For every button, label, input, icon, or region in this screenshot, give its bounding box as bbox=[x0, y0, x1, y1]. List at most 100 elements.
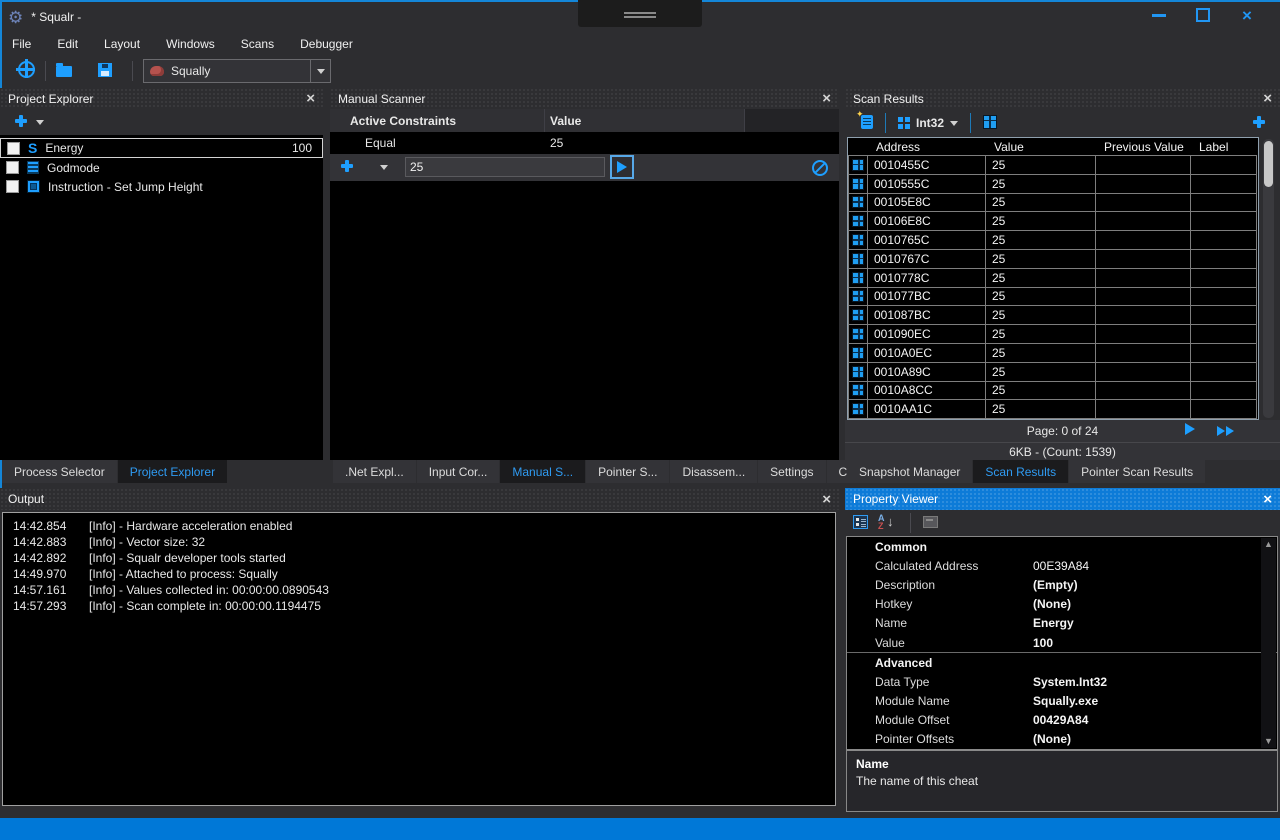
property-grid-scrollbar[interactable]: ▲ ▼ bbox=[1261, 538, 1276, 748]
scan-result-row[interactable]: 0010778C25 bbox=[848, 268, 1258, 287]
property-viewer-titlebar[interactable]: Property Viewer × bbox=[845, 488, 1280, 510]
scan-result-row[interactable]: 0010A89C25 bbox=[848, 362, 1258, 381]
result-address[interactable]: 0010765C bbox=[867, 230, 986, 250]
result-label[interactable] bbox=[1190, 399, 1257, 419]
result-address[interactable]: 0010A0EC bbox=[867, 343, 986, 363]
property-row[interactable]: Module NameSqually.exe bbox=[847, 692, 1277, 711]
result-label[interactable] bbox=[1190, 193, 1257, 213]
alphabetical-sort-button[interactable]: AZ↓ bbox=[878, 514, 898, 533]
property-row[interactable]: Pointer Offsets(None) bbox=[847, 730, 1277, 749]
result-label[interactable] bbox=[1190, 343, 1257, 363]
result-value[interactable]: 25 bbox=[985, 324, 1096, 344]
property-row[interactable]: Description(Empty) bbox=[847, 575, 1277, 594]
scroll-up-icon[interactable]: ▲ bbox=[1264, 540, 1273, 549]
result-address[interactable]: 001090EC bbox=[867, 324, 986, 344]
property-row[interactable]: Hotkey(None) bbox=[847, 595, 1277, 614]
menu-file[interactable]: File bbox=[12, 37, 31, 51]
add-constraint-button[interactable] bbox=[340, 159, 354, 176]
property-value[interactable]: (Empty) bbox=[1033, 578, 1078, 592]
result-previous[interactable] bbox=[1095, 268, 1191, 288]
project-item-godmode[interactable]: Godmode bbox=[0, 158, 323, 177]
constraint-type-dropdown-icon[interactable] bbox=[380, 165, 388, 170]
result-value[interactable]: 25 bbox=[985, 230, 1096, 250]
result-label[interactable] bbox=[1190, 211, 1257, 231]
column-header-label[interactable]: Label bbox=[1191, 140, 1257, 154]
close-panel-icon[interactable]: × bbox=[822, 492, 831, 507]
property-row[interactable]: Calculated Address00E39A84 bbox=[847, 556, 1277, 575]
result-previous[interactable] bbox=[1095, 381, 1191, 401]
cancel-scan-button[interactable] bbox=[812, 160, 828, 179]
constraint-row[interactable]: Equal 25 bbox=[330, 132, 839, 154]
tab-scan-results[interactable]: Scan Results bbox=[973, 460, 1068, 483]
result-previous[interactable] bbox=[1095, 249, 1191, 269]
result-value[interactable]: 25 bbox=[985, 193, 1096, 213]
start-scan-button[interactable] bbox=[610, 155, 634, 179]
close-panel-icon[interactable]: × bbox=[1263, 492, 1272, 507]
menu-debugger[interactable]: Debugger bbox=[300, 37, 353, 51]
result-previous[interactable] bbox=[1095, 230, 1191, 250]
categorized-view-button[interactable] bbox=[853, 515, 868, 532]
close-button[interactable]: × bbox=[1232, 2, 1262, 28]
output-titlebar[interactable]: Output × bbox=[0, 488, 839, 510]
scan-results-titlebar[interactable]: Scan Results × bbox=[845, 88, 1280, 109]
property-value[interactable]: 00429A84 bbox=[1033, 713, 1088, 727]
result-previous[interactable] bbox=[1095, 287, 1191, 307]
tab-process-selector[interactable]: Process Selector bbox=[2, 460, 117, 483]
column-header-previous[interactable]: Previous Value bbox=[1096, 140, 1191, 154]
data-type-selector[interactable]: Int32 bbox=[898, 116, 958, 130]
result-previous[interactable] bbox=[1095, 305, 1191, 325]
close-panel-icon[interactable]: × bbox=[306, 91, 315, 106]
result-previous[interactable] bbox=[1095, 193, 1191, 213]
menu-edit[interactable]: Edit bbox=[57, 37, 78, 51]
property-row[interactable]: Module Offset00429A84 bbox=[847, 711, 1277, 730]
add-selected-results-button[interactable] bbox=[1252, 115, 1266, 132]
property-pages-button[interactable] bbox=[923, 516, 938, 531]
result-address[interactable]: 001087BC bbox=[867, 305, 986, 325]
scrollbar-thumb[interactable] bbox=[1264, 141, 1273, 187]
output-log[interactable]: 14:42.854[Info] - Hardware acceleration … bbox=[2, 512, 836, 806]
property-value[interactable]: Energy bbox=[1033, 616, 1074, 630]
next-page-button[interactable] bbox=[1185, 423, 1195, 438]
result-previous[interactable] bbox=[1095, 174, 1191, 194]
result-value[interactable]: 25 bbox=[985, 249, 1096, 269]
result-value[interactable]: 25 bbox=[985, 155, 1096, 175]
result-previous[interactable] bbox=[1095, 399, 1191, 419]
scan-result-row[interactable]: 0010A8CC25 bbox=[848, 381, 1258, 400]
result-address[interactable]: 0010A89C bbox=[867, 362, 986, 382]
tab-input-correlator[interactable]: Input Cor... bbox=[417, 460, 500, 483]
scan-result-row[interactable]: 001087BC25 bbox=[848, 305, 1258, 324]
category-advanced[interactable]: Advanced bbox=[847, 656, 932, 670]
result-label[interactable] bbox=[1190, 174, 1257, 194]
result-value[interactable]: 25 bbox=[985, 399, 1096, 419]
minimize-button[interactable] bbox=[1144, 2, 1174, 28]
category-common[interactable]: Common bbox=[847, 540, 927, 554]
result-label[interactable] bbox=[1190, 381, 1257, 401]
tab-disassembly[interactable]: Disassem... bbox=[670, 460, 757, 483]
property-value[interactable]: System.Int32 bbox=[1033, 675, 1107, 689]
scan-result-row[interactable]: 00105E8C25 bbox=[848, 193, 1258, 212]
titlebar-drag-handle[interactable] bbox=[578, 0, 702, 27]
result-label[interactable] bbox=[1190, 305, 1257, 325]
result-value[interactable]: 25 bbox=[985, 268, 1096, 288]
result-label[interactable] bbox=[1190, 287, 1257, 307]
property-value[interactable]: 00E39A84 bbox=[1033, 559, 1089, 573]
project-explorer-titlebar[interactable]: Project Explorer × bbox=[0, 88, 323, 109]
result-label[interactable] bbox=[1190, 230, 1257, 250]
result-address[interactable]: 0010AA1C bbox=[867, 399, 986, 419]
result-address[interactable]: 001077BC bbox=[867, 287, 986, 307]
result-address[interactable]: 0010A8CC bbox=[867, 381, 986, 401]
property-value[interactable]: 100 bbox=[1033, 636, 1053, 650]
new-project-button[interactable] bbox=[18, 61, 35, 81]
result-value[interactable]: 25 bbox=[985, 174, 1096, 194]
result-value[interactable]: 25 bbox=[985, 305, 1096, 325]
result-previous[interactable] bbox=[1095, 343, 1191, 363]
property-value[interactable]: (None) bbox=[1033, 732, 1071, 746]
manual-scanner-titlebar[interactable]: Manual Scanner × bbox=[330, 88, 839, 109]
project-item-energy[interactable]: S Energy 100 bbox=[0, 138, 323, 158]
process-dropdown-button[interactable] bbox=[311, 59, 331, 83]
item-checkbox[interactable] bbox=[6, 180, 19, 193]
scan-result-row[interactable]: 0010A0EC25 bbox=[848, 343, 1258, 362]
result-value[interactable]: 25 bbox=[985, 362, 1096, 382]
tab-manual-scanner[interactable]: Manual S... bbox=[500, 460, 585, 483]
close-panel-icon[interactable]: × bbox=[822, 91, 831, 106]
